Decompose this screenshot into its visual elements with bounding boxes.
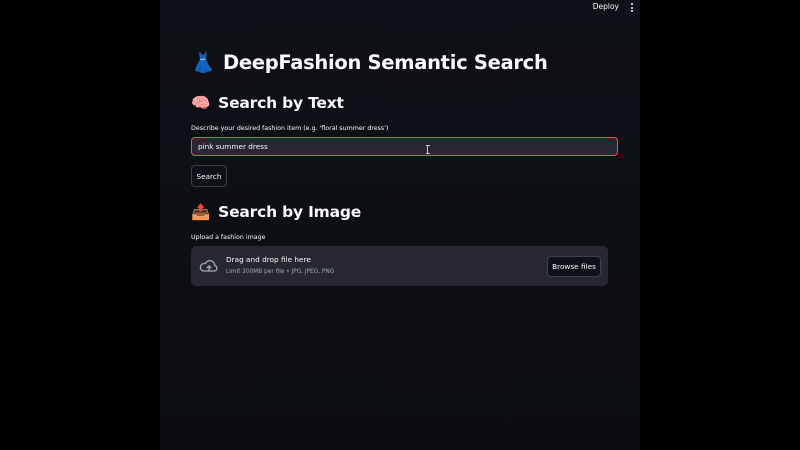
top-toolbar: Deploy	[160, 0, 640, 15]
image-upload-label: Upload a fashion image	[191, 234, 266, 241]
text-search-header: 🧠 Search by Text	[191, 94, 344, 112]
browse-files-button[interactable]: Browse files	[547, 256, 601, 277]
kebab-menu-icon[interactable]	[629, 3, 635, 12]
text-search-input[interactable]: pink summer dress	[191, 137, 618, 156]
image-search-header: 📤 Search by Image	[191, 203, 361, 221]
dropzone-subtitle: Limit 200MB per file • JPG, JPEG, PNG	[226, 269, 335, 275]
dropzone-title: Drag and drop file here	[226, 255, 311, 264]
brain-icon: 🧠	[191, 94, 211, 112]
text-search-input-label: Describe your desired fashion item (e.g.…	[191, 125, 389, 132]
streamlit-app: Deploy 👗 DeepFashion Semantic Search 🧠 S…	[160, 0, 640, 450]
deploy-button[interactable]: Deploy	[593, 2, 619, 11]
image-search-header-text: Search by Image	[218, 203, 362, 221]
page-title: 👗 DeepFashion Semantic Search	[191, 51, 548, 74]
page-title-text: DeepFashion Semantic Search	[222, 51, 548, 74]
text-search-header-text: Search by Text	[218, 94, 344, 112]
cloud-upload-icon	[199, 260, 218, 272]
search-button[interactable]: Search	[191, 165, 227, 187]
outbox-tray-icon: 📤	[191, 203, 211, 221]
text-cursor-icon	[425, 145, 430, 154]
dress-icon: 👗	[191, 51, 215, 74]
file-dropzone[interactable]: Drag and drop file here Limit 200MB per …	[191, 246, 608, 286]
